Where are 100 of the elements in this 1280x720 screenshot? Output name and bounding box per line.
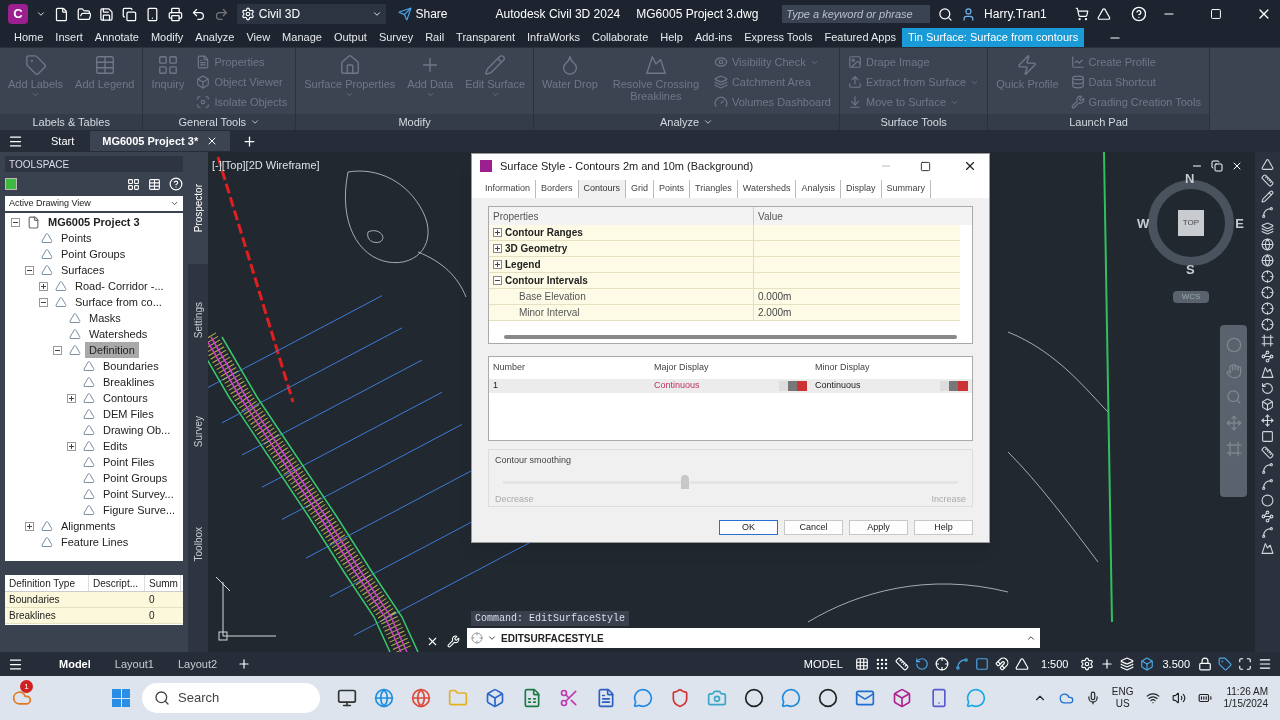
- expand-toggle[interactable]: [39, 281, 48, 291]
- tree-item[interactable]: DEM Files: [99, 405, 158, 423]
- side-tab[interactable]: Prospector: [188, 152, 208, 264]
- grid-icon[interactable]: [127, 177, 140, 191]
- volume-icon[interactable]: [1171, 691, 1186, 705]
- magnet-icon[interactable]: [994, 657, 1009, 671]
- start-icon[interactable]: [112, 689, 130, 707]
- tree-item[interactable]: Figure Surve...: [99, 501, 180, 519]
- expand-toggle[interactable]: [53, 345, 62, 355]
- smoothing-slider[interactable]: [503, 475, 958, 489]
- clock-time[interactable]: 11:26 AM: [1226, 686, 1268, 698]
- mountain-icon[interactable]: [1261, 542, 1274, 555]
- ribbon-tab[interactable]: Survey: [372, 28, 420, 47]
- expand-toggle[interactable]: [492, 276, 502, 285]
- mail-icon[interactable]: [855, 688, 875, 708]
- column-header[interactable]: Minor Display: [811, 361, 972, 375]
- scale-dropdown[interactable]: 1:500: [1036, 655, 1073, 673]
- ribbon-tab[interactable]: Featured Apps: [818, 28, 903, 47]
- layout-tab[interactable]: Layout1: [102, 654, 166, 674]
- viewcube-face[interactable]: TOP: [1178, 210, 1204, 236]
- dialog-button[interactable]: OK: [719, 520, 778, 535]
- redo-icon[interactable]: [213, 6, 229, 22]
- scissors-icon[interactable]: [559, 688, 579, 708]
- property-group[interactable]: Legend: [505, 257, 541, 272]
- tree-item[interactable]: Point Files: [99, 453, 159, 471]
- app-logo[interactable]: C: [8, 4, 28, 24]
- plus-icon[interactable]: [237, 657, 252, 671]
- property-name[interactable]: Base Elevation: [489, 289, 586, 304]
- tree-item[interactable]: Boundaries: [99, 357, 163, 375]
- table-icon[interactable]: [148, 177, 161, 191]
- maximize-icon[interactable]: [920, 160, 931, 172]
- expand-toggle[interactable]: [492, 228, 502, 237]
- expand-toggle[interactable]: [25, 521, 34, 531]
- column-header[interactable]: Summ: [145, 575, 181, 591]
- box-icon[interactable]: [485, 688, 505, 708]
- ribbon-tab[interactable]: Insert: [49, 28, 89, 47]
- close-icon[interactable]: [1231, 160, 1243, 172]
- panel-title[interactable]: Analyze: [534, 114, 839, 130]
- language-indicator[interactable]: ENG: [1111, 686, 1134, 698]
- property-value[interactable]: 2.000m: [758, 305, 792, 320]
- command-input[interactable]: EDITSURFACESTYLE: [501, 630, 1022, 646]
- shield-icon[interactable]: [670, 688, 690, 708]
- spreadsheet-icon[interactable]: [522, 688, 542, 708]
- scrollbar[interactable]: [504, 335, 957, 339]
- weather-icon[interactable]: [12, 688, 32, 708]
- tree-item[interactable]: Point Survey...: [99, 485, 178, 503]
- close-icon[interactable]: [963, 159, 977, 173]
- tree-item[interactable]: Point Groups: [99, 469, 172, 487]
- tree-item[interactable]: MG6005 Project 3: [44, 213, 144, 231]
- save-icon[interactable]: [99, 6, 115, 22]
- layout-tab[interactable]: Layout2: [165, 654, 230, 674]
- pencil-icon[interactable]: [1261, 190, 1274, 203]
- ribbon-tab[interactable]: Analyze: [189, 28, 241, 47]
- wifi-icon[interactable]: [1145, 691, 1160, 705]
- tree-item[interactable]: Alignments: [57, 517, 120, 535]
- workspace-dropdown[interactable]: Civil 3D: [236, 4, 386, 24]
- line-style-icon[interactable]: [940, 381, 968, 391]
- share-button[interactable]: Share: [397, 5, 448, 23]
- square-icon[interactable]: [974, 657, 989, 671]
- ribbon-tab[interactable]: Express Tools: [738, 28, 819, 47]
- expand-toggle[interactable]: [11, 217, 20, 227]
- menu-icon[interactable]: [8, 656, 23, 672]
- square-icon[interactable]: [1261, 430, 1274, 443]
- dialog-button[interactable]: Apply: [849, 520, 908, 535]
- crosshair-icon[interactable]: [1261, 270, 1274, 283]
- new-file-icon[interactable]: [53, 6, 69, 22]
- ribbon-tab[interactable]: View: [240, 28, 277, 47]
- snap-icon[interactable]: [874, 657, 889, 671]
- tree-item[interactable]: Drawing Ob...: [99, 421, 175, 439]
- tree-item[interactable]: Point Groups: [57, 245, 130, 263]
- grid-icon[interactable]: [854, 657, 869, 671]
- plus-icon[interactable]: [242, 133, 258, 149]
- lock-icon[interactable]: [1198, 657, 1212, 671]
- chat-icon[interactable]: [633, 688, 653, 708]
- expand-toggle[interactable]: [67, 441, 76, 451]
- column-header[interactable]: Descript...: [89, 575, 145, 591]
- elevation-value[interactable]: 3.500: [1162, 655, 1190, 673]
- tree-item[interactable]: Definition: [85, 341, 139, 359]
- mic-icon[interactable]: [1085, 691, 1100, 705]
- copy-icon[interactable]: [122, 6, 138, 22]
- tree-item[interactable]: Road- Corridor -...: [71, 277, 168, 295]
- tree-item[interactable]: Surface from co...: [71, 293, 166, 311]
- side-tab[interactable]: Toolbox: [188, 488, 208, 600]
- property-name[interactable]: Minor Interval: [489, 305, 580, 320]
- chat-icon[interactable]: [781, 688, 801, 708]
- panel-title[interactable]: General Tools: [143, 114, 296, 130]
- battery-icon[interactable]: [1197, 691, 1212, 705]
- ribbon-tab[interactable]: Modify: [144, 28, 190, 47]
- file-tab[interactable]: MG6005 Project 3*: [90, 131, 231, 151]
- crosshair-icon[interactable]: [1261, 302, 1274, 315]
- folder-icon[interactable]: [76, 6, 92, 22]
- region-indicator[interactable]: US: [1115, 698, 1130, 710]
- wrench-icon[interactable]: [447, 635, 460, 648]
- clock-date[interactable]: 1/15/2024: [1223, 698, 1268, 710]
- help-icon[interactable]: [1130, 6, 1147, 22]
- box-icon[interactable]: [892, 688, 912, 708]
- ribbon-tab[interactable]: InfraWorks: [521, 28, 586, 47]
- taskbar-search[interactable]: Search: [142, 683, 320, 713]
- ribbon-tab[interactable]: Output: [327, 28, 373, 47]
- tree-item[interactable]: Watersheds: [85, 325, 152, 343]
